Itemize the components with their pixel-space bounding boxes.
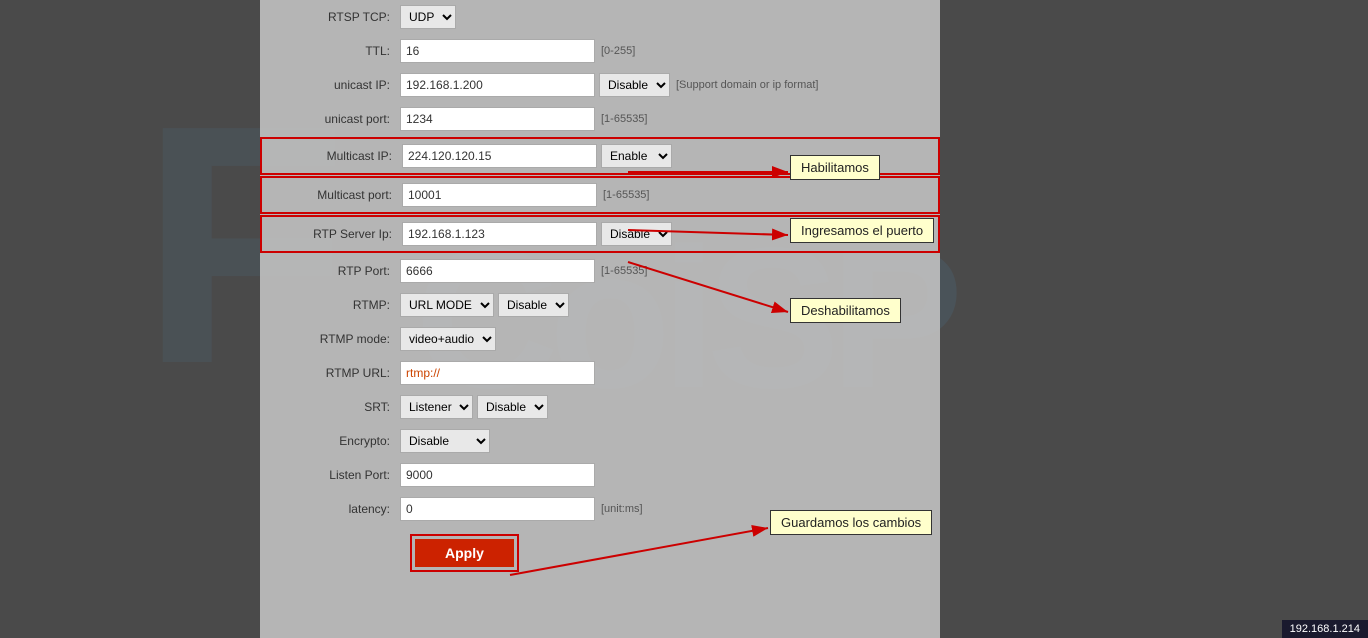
ttl-row: TTL: [0-255] (260, 34, 940, 68)
multicast-port-hint: [1-65535] (603, 189, 649, 201)
listen-port-input[interactable] (400, 463, 595, 487)
multicast-ip-label: Multicast IP: (272, 149, 402, 163)
rtp-server-ip-input[interactable] (402, 222, 597, 246)
annotation-deshabilitamos: Deshabilitamos (790, 298, 901, 323)
unicast-ip-label: unicast IP: (270, 78, 400, 92)
rtsp-tcp-select[interactable]: UDP TCP (400, 5, 456, 29)
annotation-ingresamos-puerto: Ingresamos el puerto (790, 218, 934, 243)
rtmp-status-select[interactable]: Disable Enable (498, 293, 569, 317)
rtmp-mode-label: RTMP mode: (270, 332, 400, 346)
apply-btn-wrapper: Apply (410, 534, 519, 572)
listen-port-row: Listen Port: (260, 458, 940, 492)
rtp-server-ip-select[interactable]: Disable Enable (601, 222, 672, 246)
srt-status-select[interactable]: Disable Enable (477, 395, 548, 419)
rtp-server-ip-label: RTP Server Ip: (272, 227, 402, 241)
rtmp-mode-select[interactable]: URL MODE Stream (400, 293, 494, 317)
encrypto-row: Encrypto: Disable Enable AES-128 AES-256 (260, 424, 940, 458)
multicast-ip-select[interactable]: Enable Disable (601, 144, 672, 168)
listen-port-label: Listen Port: (270, 468, 400, 482)
encrypto-select[interactable]: Disable Enable AES-128 AES-256 (400, 429, 490, 453)
latency-label: latency: (270, 502, 400, 516)
apply-button[interactable]: Apply (415, 539, 514, 567)
rtp-port-row: RTP Port: [1-65535] (260, 254, 940, 288)
rtmp-url-row: RTMP URL: (260, 356, 940, 390)
rtp-port-hint: [1-65535] (601, 265, 647, 277)
rtsp-tcp-label: RTSP TCP: (270, 10, 400, 24)
rtmp-url-input[interactable] (400, 361, 595, 385)
multicast-ip-input[interactable] (402, 144, 597, 168)
srt-label: SRT: (270, 400, 400, 414)
rtp-port-label: RTP Port: (270, 264, 400, 278)
latency-hint: [unit:ms] (601, 503, 643, 515)
srt-mode-select[interactable]: Listener Caller (400, 395, 473, 419)
multicast-port-row: Multicast port: [1-65535] (260, 176, 940, 214)
rtmp-mode-video-select[interactable]: video+audio video audio (400, 327, 496, 351)
unicast-port-label: unicast port: (270, 112, 400, 126)
multicast-port-label: Multicast port: (272, 188, 402, 202)
unicast-ip-hint: [Support domain or ip format] (676, 79, 818, 91)
rtmp-url-label: RTMP URL: (270, 366, 400, 380)
ip-badge: 192.168.1.214 (1282, 620, 1368, 638)
unicast-ip-select[interactable]: Disable Enable (599, 73, 670, 97)
encrypto-label: Encrypto: (270, 434, 400, 448)
unicast-port-input[interactable] (400, 107, 595, 131)
rtsp-tcp-row: RTSP TCP: UDP TCP (260, 0, 940, 34)
rtmp-mode-row: RTMP mode: video+audio video audio (260, 322, 940, 356)
rtp-port-input[interactable] (400, 259, 595, 283)
unicast-ip-row: unicast IP: Disable Enable [Support doma… (260, 68, 940, 102)
unicast-port-row: unicast port: [1-65535] (260, 102, 940, 136)
ttl-label: TTL: (270, 44, 400, 58)
main-content: RTSP TCP: UDP TCP TTL: [0-255] unicast I… (0, 0, 1368, 638)
unicast-ip-input[interactable] (400, 73, 595, 97)
srt-row: SRT: Listener Caller Disable Enable (260, 390, 940, 424)
rtmp-label: RTMP: (270, 298, 400, 312)
ttl-hint: [0-255] (601, 45, 635, 57)
annotation-guardamos: Guardamos los cambios (770, 510, 932, 535)
annotation-habilitamos: Habilitamos (790, 155, 880, 180)
latency-input[interactable] (400, 497, 595, 521)
ttl-input[interactable] (400, 39, 595, 63)
multicast-port-input[interactable] (402, 183, 597, 207)
unicast-port-hint: [1-65535] (601, 113, 647, 125)
